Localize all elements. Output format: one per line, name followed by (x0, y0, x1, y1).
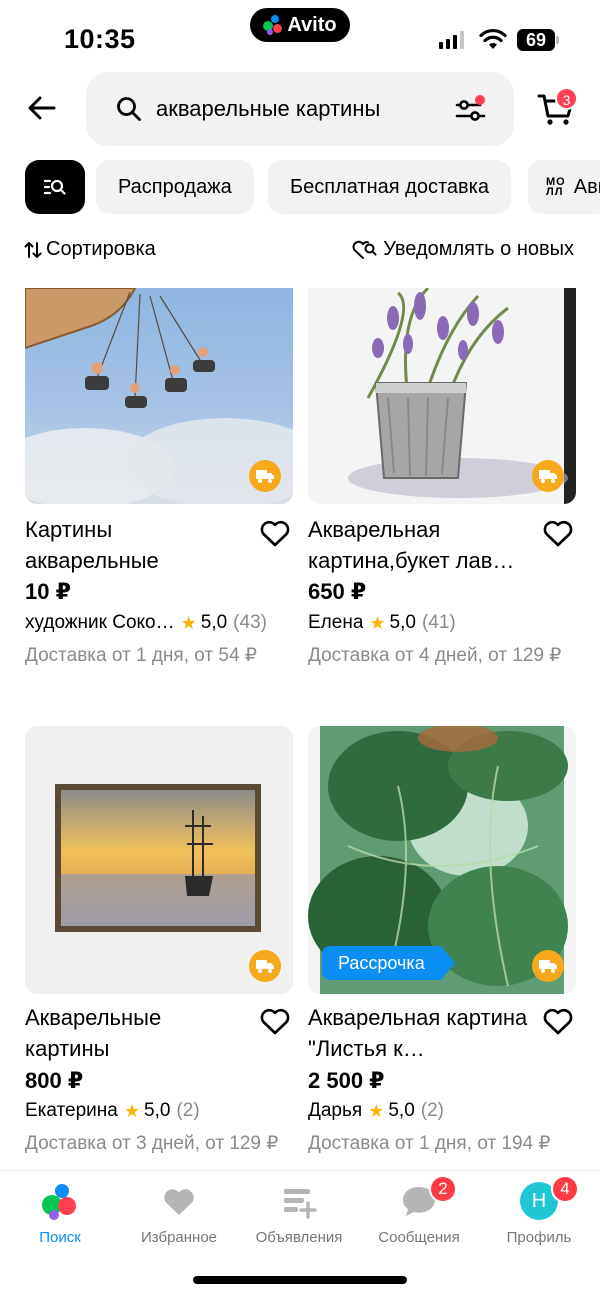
nav-messages[interactable]: 2 Сообщения (359, 1175, 479, 1246)
search-input[interactable]: акварельные картины (86, 72, 514, 146)
filters-icon[interactable] (454, 92, 488, 126)
chip-free-delivery[interactable]: Бесплатная доставка (268, 160, 511, 214)
nav-label: Объявления (255, 1229, 343, 1246)
installment-badge: Рассрочка (322, 946, 455, 980)
star-icon: ★ (180, 612, 197, 633)
profile-badge: 4 (551, 1175, 579, 1203)
listing-title[interactable]: Акварельная картина "Листья к… (308, 1002, 528, 1064)
chip-mall-label: Ави (573, 175, 600, 198)
favorite-heart-icon[interactable] (259, 1006, 291, 1036)
delivery-badge (532, 460, 564, 492)
home-indicator[interactable] (193, 1276, 407, 1284)
listing-title[interactable]: Картины акварельные (25, 514, 245, 576)
listing-image[interactable] (25, 288, 293, 504)
listing-price: 800 ₽ (25, 1068, 84, 1093)
delivery-info: Доставка от 3 дней, от 129 ₽ (25, 1133, 279, 1154)
seller-rating: 5,0 (200, 612, 228, 633)
nav-label: Избранное (140, 1229, 218, 1246)
chip-mall[interactable]: МОЛЛ Ави (528, 160, 600, 214)
listing-title[interactable]: Акварельная картина,букет лав… (308, 514, 528, 576)
listing-image[interactable] (25, 726, 293, 994)
chip-search-settings[interactable] (25, 160, 85, 214)
favorite-heart-icon[interactable] (542, 518, 574, 548)
heart-search-icon (352, 240, 377, 259)
status-bar: 10:35 Avito 69 (0, 0, 600, 70)
seller-name: Дарья (308, 1100, 363, 1121)
island-app-name: Avito (287, 13, 337, 36)
seller-name: Екатерина (25, 1100, 118, 1121)
seller-row: художник Соко… ★ 5,0 (43) (25, 612, 295, 634)
seller-name: художник Соко… (25, 612, 175, 633)
dynamic-island: Avito (250, 8, 350, 42)
heart-icon (164, 1189, 194, 1215)
delivery-badge (249, 460, 281, 492)
review-count: (41) (421, 612, 456, 633)
sort-icon (24, 241, 42, 258)
truck-icon (539, 960, 557, 973)
search-icon (117, 97, 141, 121)
avito-search-icon (42, 1184, 76, 1220)
truck-icon (256, 470, 274, 483)
cellular-signal-icon (439, 31, 464, 49)
listing-title[interactable]: Акварельные картины (25, 1002, 245, 1064)
review-count: (2) (420, 1100, 444, 1121)
seller-rating: 5,0 (389, 612, 416, 633)
favorite-heart-icon[interactable] (542, 1006, 574, 1036)
filter-chips: Распродажа Бесплатная доставка МОЛЛ Ави (0, 160, 600, 214)
seller-rating: 5,0 (388, 1100, 415, 1121)
listing-price: 650 ₽ (308, 579, 367, 604)
favorite-heart-icon[interactable] (259, 518, 291, 548)
sort-button[interactable]: Сортировка (24, 238, 156, 261)
messages-badge: 2 (429, 1175, 457, 1203)
truck-icon (256, 960, 274, 973)
seller-rating: 5,0 (144, 1100, 171, 1121)
notify-new-button[interactable]: Уведомлять о новых (351, 238, 574, 261)
wifi-icon (479, 28, 507, 49)
battery-cap (556, 36, 559, 44)
seller-name: Елена (308, 612, 364, 633)
listing-image[interactable] (308, 288, 576, 504)
back-button[interactable] (22, 88, 62, 128)
battery-indicator: 69 (517, 29, 555, 51)
cart-count-badge: 3 (555, 87, 578, 110)
nav-profile[interactable]: Н 4 Профиль (479, 1175, 599, 1246)
nav-search[interactable]: Поиск (0, 1181, 120, 1246)
review-count: (2) (176, 1100, 200, 1121)
review-count: (43) (233, 612, 267, 633)
chip-sale[interactable]: Распродажа (96, 160, 254, 214)
avito-logo-icon (263, 15, 283, 35)
seller-row: Екатерина ★ 5,0 (2) (25, 1100, 295, 1122)
star-icon: ★ (368, 1100, 385, 1121)
truck-icon (539, 470, 557, 483)
status-time: 10:35 (64, 24, 136, 54)
nav-label: Поиск (39, 1229, 81, 1246)
search-query: акварельные картины (156, 96, 381, 121)
delivery-info: Доставка от 1 дня, от 54 ₽ (25, 645, 257, 666)
list-search-icon (43, 179, 66, 195)
notify-label: Уведомлять о новых (383, 238, 574, 260)
delivery-badge (532, 950, 564, 982)
star-icon: ★ (369, 612, 386, 633)
nav-listings[interactable]: Объявления (239, 1181, 359, 1246)
mall-icon: МО ЛЛ (546, 176, 566, 198)
delivery-badge (249, 950, 281, 982)
listing-price: 2 500 ₽ (308, 1068, 385, 1093)
add-listing-icon (284, 1189, 317, 1219)
star-icon: ★ (123, 1100, 140, 1121)
delivery-info: Доставка от 1 дня, от 194 ₽ (308, 1133, 551, 1154)
back-arrow-icon (28, 96, 56, 120)
nav-label: Профиль (506, 1229, 572, 1246)
seller-row: Елена ★ 5,0 (41) (308, 612, 578, 634)
listing-image[interactable]: Рассрочка (308, 726, 576, 994)
sort-label: Сортировка (46, 238, 156, 260)
nav-favorites[interactable]: Избранное (119, 1181, 239, 1246)
delivery-info: Доставка от 4 дней, от 129 ₽ (308, 645, 562, 666)
seller-row: Дарья ★ 5,0 (2) (308, 1100, 578, 1122)
nav-label: Сообщения (378, 1229, 460, 1246)
listing-price: 10 ₽ (25, 579, 71, 604)
